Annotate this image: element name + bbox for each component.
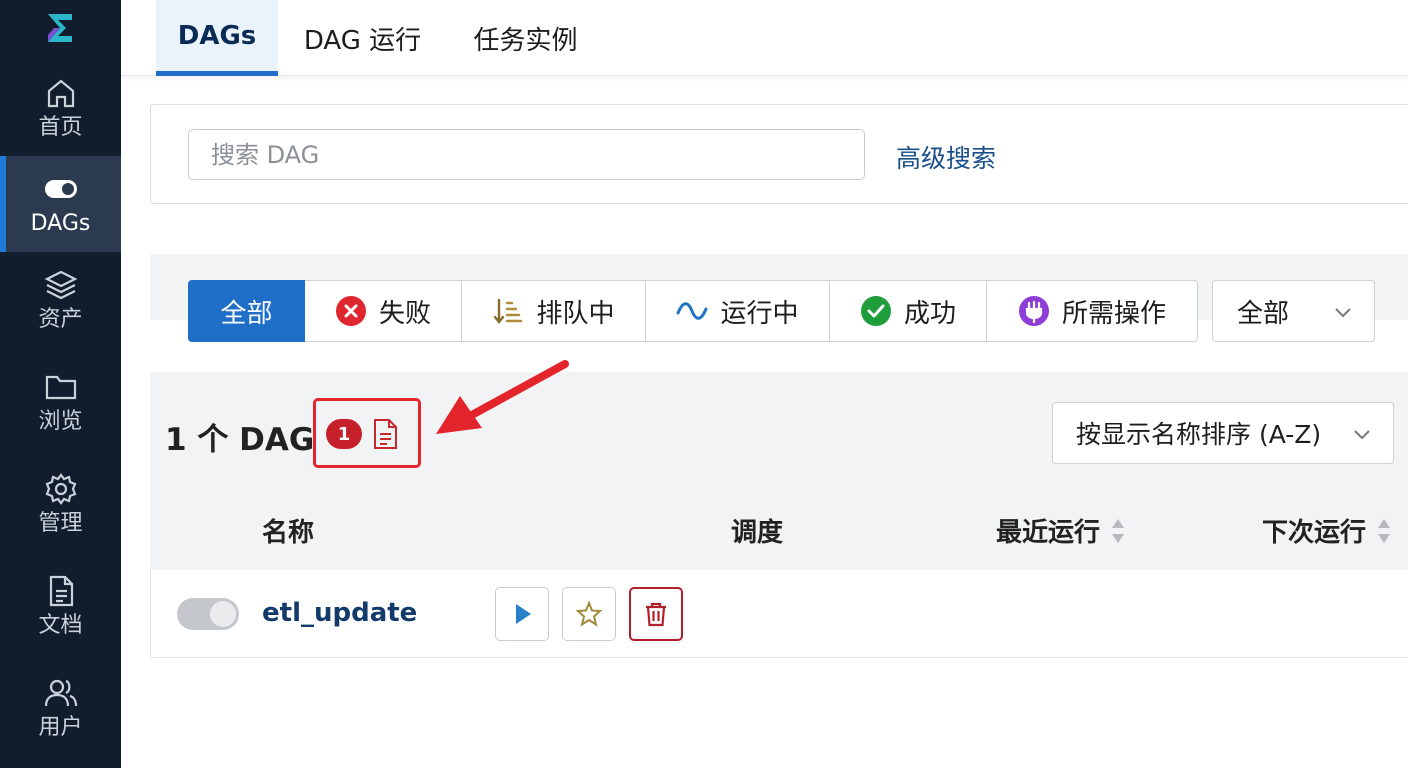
column-header-name[interactable]: 名称 [262,512,314,549]
chevron-down-icon [1335,308,1351,318]
toggle-icon [44,180,77,198]
users-icon [44,679,77,707]
column-header-label: 调度 [731,518,784,548]
filter-label: 失败 [378,298,431,329]
sort-dropdown-value: 按显示名称排序 (A-Z) [1076,420,1322,449]
failed-icon [335,296,366,326]
sidebar-item-users[interactable]: 用户 [0,660,121,756]
running-icon [676,302,708,320]
column-header-last-run[interactable]: 最近运行 [996,512,1126,549]
sidebar-item-dags[interactable]: DAGs [0,156,121,252]
play-icon [516,604,531,624]
filter-queued-button[interactable]: 排队中 [462,280,646,342]
home-icon [47,79,74,108]
sidebar-item-label: 首页 [38,115,83,140]
trigger-dag-button[interactable] [495,587,549,641]
column-header-next-run[interactable]: 下次运行 [1262,512,1392,549]
sidebar-item-admin[interactable]: 管理 [0,456,121,552]
advanced-search-link[interactable]: 高级搜索 [896,139,996,175]
chevron-down-icon [1354,430,1370,440]
column-header-label: 名称 [262,518,315,548]
column-header-schedule: 调度 [731,512,783,549]
filter-label: 运行中 [720,298,799,329]
filter-label: 排队中 [536,298,615,329]
sidebar-item-label: 资产 [38,307,83,332]
filter-label: 成功 [903,298,956,329]
tab-dags[interactable]: DAGs [156,0,278,76]
sidebar-item-label: 用户 [38,715,83,740]
dag-pause-toggle[interactable] [177,598,239,630]
sidebar-item-browse[interactable]: 浏览 [0,354,121,450]
filter-label: 所需操作 [1061,298,1166,329]
sort-dropdown[interactable]: 按显示名称排序 (A-Z) [1052,402,1394,464]
filter-failed-button[interactable]: 失败 [305,280,462,342]
sidebar: 首页 DAGs 资产 浏览 管理 文档 用户 [0,0,121,768]
column-header-label: 最近运行 [996,518,1101,548]
favorite-button[interactable] [562,587,616,641]
filter-running-button[interactable]: 运行中 [646,280,830,342]
airflow-logo[interactable] [40,8,80,48]
delete-dag-button[interactable] [629,587,683,641]
sort-arrows-icon [1378,518,1391,543]
sidebar-item-home[interactable]: 首页 [0,60,121,156]
sidebar-item-label: DAGs [30,211,91,236]
sidebar-item-label: 管理 [38,511,83,536]
sort-arrows-icon [1112,518,1125,543]
state-filter-group: 全部 失败 排队中 运行中 成功 所需操作 [188,280,1198,342]
column-header-label: 下次运行 [1262,518,1367,548]
action-required-icon [1018,296,1049,326]
success-icon [860,296,891,326]
sidebar-item-label: 浏览 [38,409,83,434]
sidebar-item-docs[interactable]: 文档 [0,558,121,654]
search-panel: 高级搜索 [150,104,1408,204]
filter-action-required-button[interactable]: 所需操作 [987,280,1198,342]
trash-icon [646,602,666,627]
tab-dag-runs[interactable]: DAG 运行 [290,0,435,76]
folder-icon [45,375,76,400]
filter-all-button[interactable]: 全部 [188,280,305,342]
filter-label: 全部 [220,298,273,329]
document-icon [49,575,73,607]
filter-dropdown-value: 全部 [1237,298,1290,329]
sidebar-item-label: 文档 [38,613,83,638]
tab-task-instances[interactable]: 任务实例 [458,0,593,76]
annotation-arrow [436,360,569,434]
filter-success-button[interactable]: 成功 [830,280,987,342]
dag-count: 1 个 DAG [165,422,315,458]
filter-dropdown[interactable]: 全部 [1212,280,1375,342]
queued-icon [494,298,523,324]
search-input[interactable] [188,129,865,180]
gear-icon [45,473,76,505]
dag-name-link[interactable]: etl_update [262,598,417,628]
layers-icon [44,270,77,300]
sidebar-item-assets[interactable]: 资产 [0,252,121,348]
star-icon [575,600,603,627]
highlight-box [313,398,421,468]
